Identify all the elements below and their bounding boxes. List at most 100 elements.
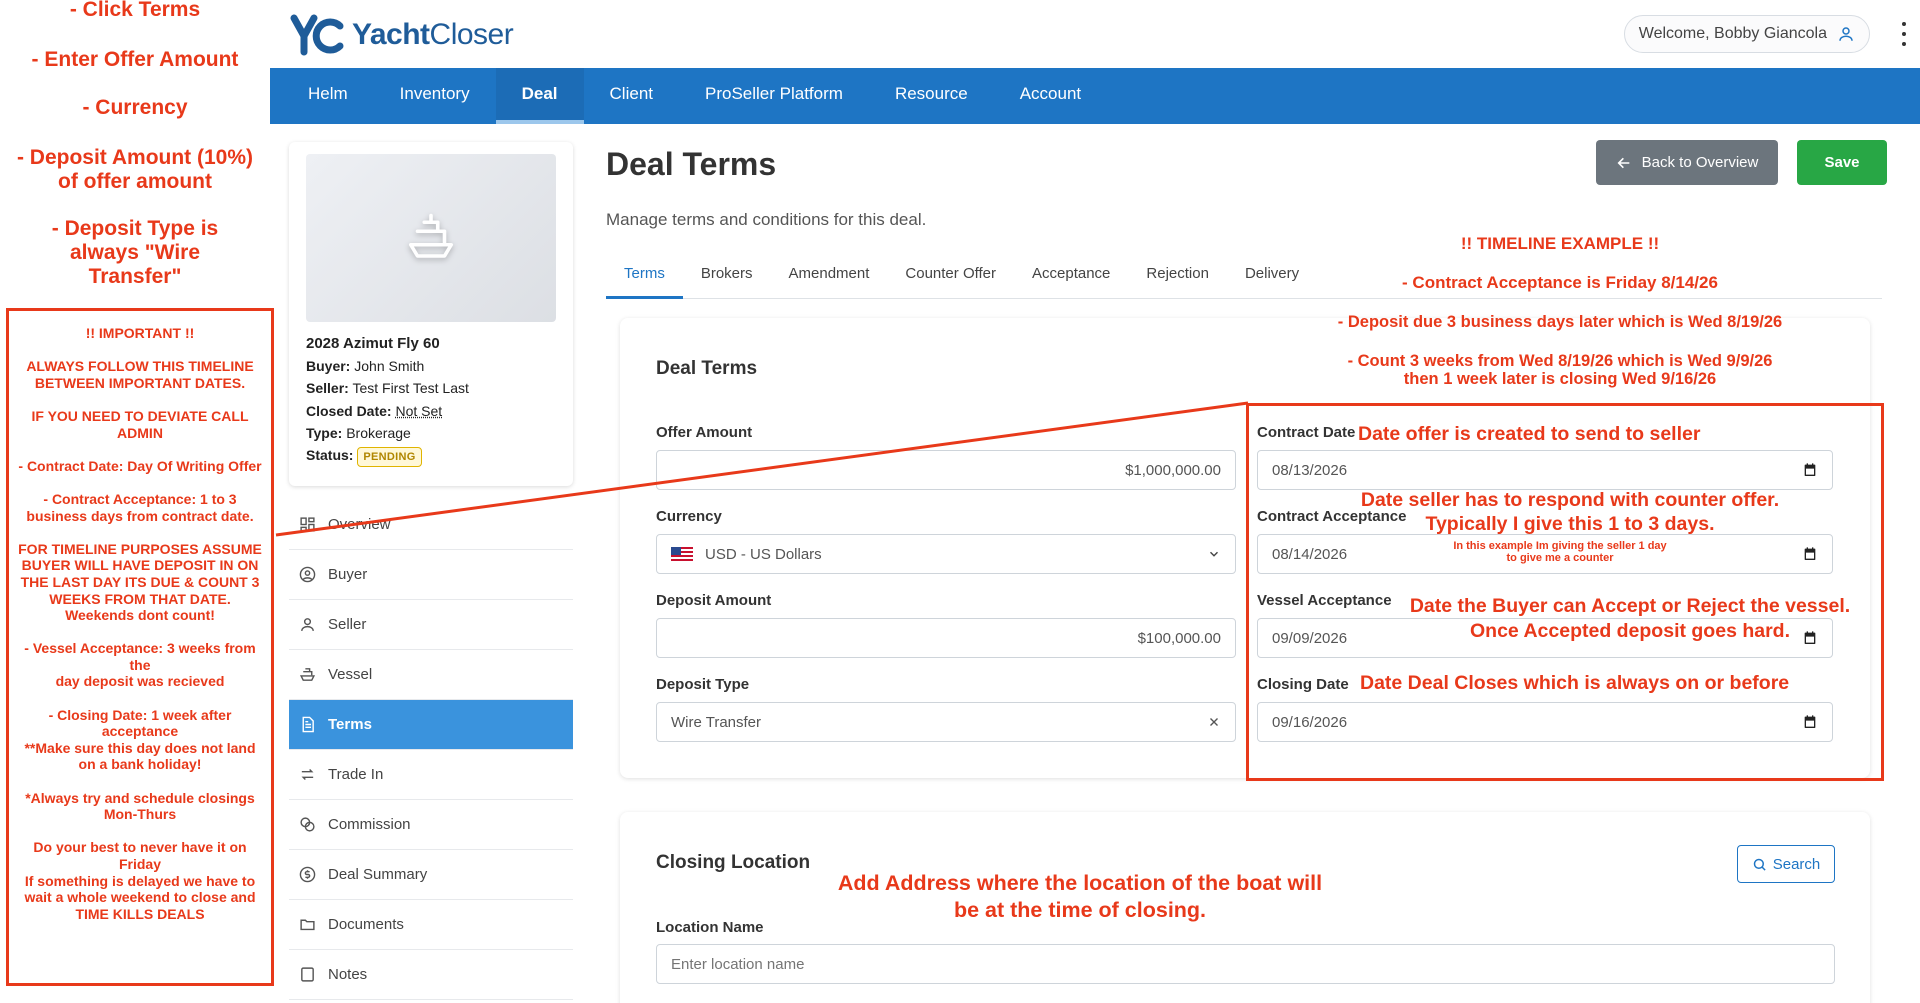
- note-icon: [299, 966, 316, 983]
- chevron-down-icon: [1207, 547, 1221, 561]
- tip-offer-amount: - Enter Offer Amount: [0, 48, 270, 72]
- back-label: Back to Overview: [1642, 154, 1759, 171]
- closing-location-title: Closing Location: [656, 852, 810, 874]
- search-icon: [1752, 857, 1767, 872]
- side-menu-trade-in[interactable]: Trade In: [289, 750, 573, 800]
- side-menu-buyer[interactable]: Buyer: [289, 550, 573, 600]
- offer-amount-label: Offer Amount: [656, 424, 752, 441]
- tip-currency: - Currency: [0, 96, 270, 120]
- important-note-text: !! IMPORTANT !! ALWAYS FOLLOW THIS TIMEL…: [17, 325, 263, 922]
- deal-summary-card: 2028 Azimut Fly 60 Buyer: John Smith Sel…: [289, 142, 573, 486]
- tip-click-terms: - Click Terms: [0, 0, 270, 22]
- main-nav: Helm Inventory Deal Client ProSeller Pla…: [270, 68, 1920, 124]
- vessel-title: 2028 Azimut Fly 60: [306, 333, 469, 355]
- deposit-type-value: Wire Transfer: [671, 714, 761, 731]
- location-search-button[interactable]: Search: [1737, 845, 1835, 883]
- search-label: Search: [1773, 856, 1821, 873]
- closing-location-note: Add Address where the location of the bo…: [800, 870, 1360, 924]
- us-flag-icon: [671, 547, 693, 561]
- buyer-value: John Smith: [354, 358, 424, 374]
- nav-client[interactable]: Client: [584, 68, 679, 124]
- welcome-text: Welcome, Bobby Giancola: [1639, 25, 1827, 43]
- location-name-label: Location Name: [656, 919, 764, 936]
- clear-icon[interactable]: [1207, 715, 1221, 729]
- left-annotation-column: - Click Terms - Enter Offer Amount - Cur…: [0, 0, 270, 1003]
- side-menu-label: Overview: [328, 516, 391, 533]
- tab-amendment[interactable]: Amendment: [771, 252, 888, 299]
- location-name-input[interactable]: [656, 944, 1835, 984]
- important-timeline-box: !! IMPORTANT !! ALWAYS FOLLOW THIS TIMEL…: [6, 308, 274, 986]
- deposit-type-select[interactable]: Wire Transfer: [656, 702, 1236, 742]
- user-icon: [299, 616, 316, 633]
- side-menu-notes[interactable]: Notes: [289, 950, 573, 1000]
- tab-acceptance[interactable]: Acceptance: [1014, 252, 1128, 299]
- closing-date-note: Date Deal Closes which is always on or b…: [1360, 672, 1800, 695]
- timeline-title: !! TIMELINE EXAMPLE !!: [1340, 234, 1780, 254]
- side-menu-terms[interactable]: Terms: [289, 700, 573, 750]
- side-menu-vessel[interactable]: Vessel: [289, 650, 573, 700]
- grid-icon: [299, 516, 316, 533]
- side-menu-label: Seller: [328, 616, 366, 633]
- back-to-overview-button[interactable]: Back to Overview: [1596, 140, 1778, 185]
- side-menu-label: Terms: [328, 716, 372, 733]
- vessel-acceptance-note: Date the Buyer can Accept or Reject the …: [1380, 594, 1880, 644]
- side-menu-commission[interactable]: Commission: [289, 800, 573, 850]
- deal-side-menu: Overview Buyer Seller Vessel Terms Trade…: [289, 500, 573, 1000]
- user-menu-button[interactable]: Welcome, Bobby Giancola: [1624, 15, 1870, 53]
- nav-deal[interactable]: Deal: [496, 68, 584, 124]
- brand-name-light: Closer: [430, 18, 514, 52]
- side-menu-seller[interactable]: Seller: [289, 600, 573, 650]
- side-menu-deal-summary[interactable]: Deal Summary: [289, 850, 573, 900]
- currency-value: USD - US Dollars: [705, 546, 822, 563]
- side-menu-label: Notes: [328, 966, 367, 983]
- page-subtitle: Manage terms and conditions for this dea…: [606, 210, 926, 230]
- dollar-circle-icon: [299, 866, 316, 883]
- nav-helm[interactable]: Helm: [282, 68, 374, 124]
- folder-icon: [299, 916, 316, 933]
- yc-logo-mark: [288, 12, 346, 58]
- contract-date-note: Date offer is created to send to seller: [1358, 423, 1738, 446]
- coins-icon: [299, 816, 316, 833]
- yachtcloser-logo[interactable]: Yacht Closer: [288, 12, 513, 58]
- currency-label: Currency: [656, 508, 722, 525]
- document-icon: [299, 716, 316, 733]
- side-menu-label: Deal Summary: [328, 866, 427, 883]
- app-header: Yacht Closer Welcome, Bobby Giancola: [270, 0, 1920, 68]
- nav-proseller-platform[interactable]: ProSeller Platform: [679, 68, 869, 124]
- user-circle-icon: [299, 566, 316, 583]
- side-menu-documents[interactable]: Documents: [289, 900, 573, 950]
- ship-icon: [299, 666, 316, 683]
- deposit-amount-input[interactable]: $100,000.00: [656, 618, 1236, 658]
- tab-terms[interactable]: Terms: [606, 252, 683, 299]
- timeline-step-3: - Count 3 weeks from Wed 8/19/26 which i…: [1310, 352, 1810, 388]
- side-menu-overview[interactable]: Overview: [289, 500, 573, 550]
- nav-resource[interactable]: Resource: [869, 68, 994, 124]
- side-menu-label: Vessel: [328, 666, 372, 683]
- contract-acceptance-small-note: In this example Im giving the seller 1 d…: [1430, 540, 1690, 564]
- page-title: Deal Terms: [606, 146, 776, 183]
- offer-amount-input[interactable]: $1,000,000.00: [656, 450, 1236, 490]
- currency-select[interactable]: USD - US Dollars: [656, 534, 1236, 574]
- brand-name-bold: Yacht: [352, 18, 430, 52]
- save-button[interactable]: Save: [1797, 140, 1887, 185]
- tab-delivery[interactable]: Delivery: [1227, 252, 1317, 299]
- timeline-step-2: - Deposit due 3 business days later whic…: [1320, 313, 1800, 331]
- tab-brokers[interactable]: Brokers: [683, 252, 771, 299]
- nav-inventory[interactable]: Inventory: [374, 68, 496, 124]
- side-menu-label: Buyer: [328, 566, 367, 583]
- seller-label: Seller:: [306, 380, 349, 396]
- side-menu-label: Commission: [328, 816, 411, 833]
- closed-date-value: Not Set: [395, 403, 442, 419]
- nav-account[interactable]: Account: [994, 68, 1107, 124]
- tab-counter-offer[interactable]: Counter Offer: [887, 252, 1014, 299]
- deposit-type-label: Deposit Type: [656, 676, 749, 693]
- seller-value: Test First Test Last: [352, 380, 468, 396]
- type-value: Brokerage: [346, 425, 411, 441]
- more-options-icon[interactable]: [1900, 22, 1908, 46]
- tab-rejection[interactable]: Rejection: [1128, 252, 1227, 299]
- arrow-left-icon: [1616, 155, 1632, 171]
- buyer-label: Buyer:: [306, 358, 350, 374]
- side-menu-label: Documents: [328, 916, 404, 933]
- deal-terms-card-title: Deal Terms: [656, 358, 757, 380]
- swap-icon: [299, 766, 316, 783]
